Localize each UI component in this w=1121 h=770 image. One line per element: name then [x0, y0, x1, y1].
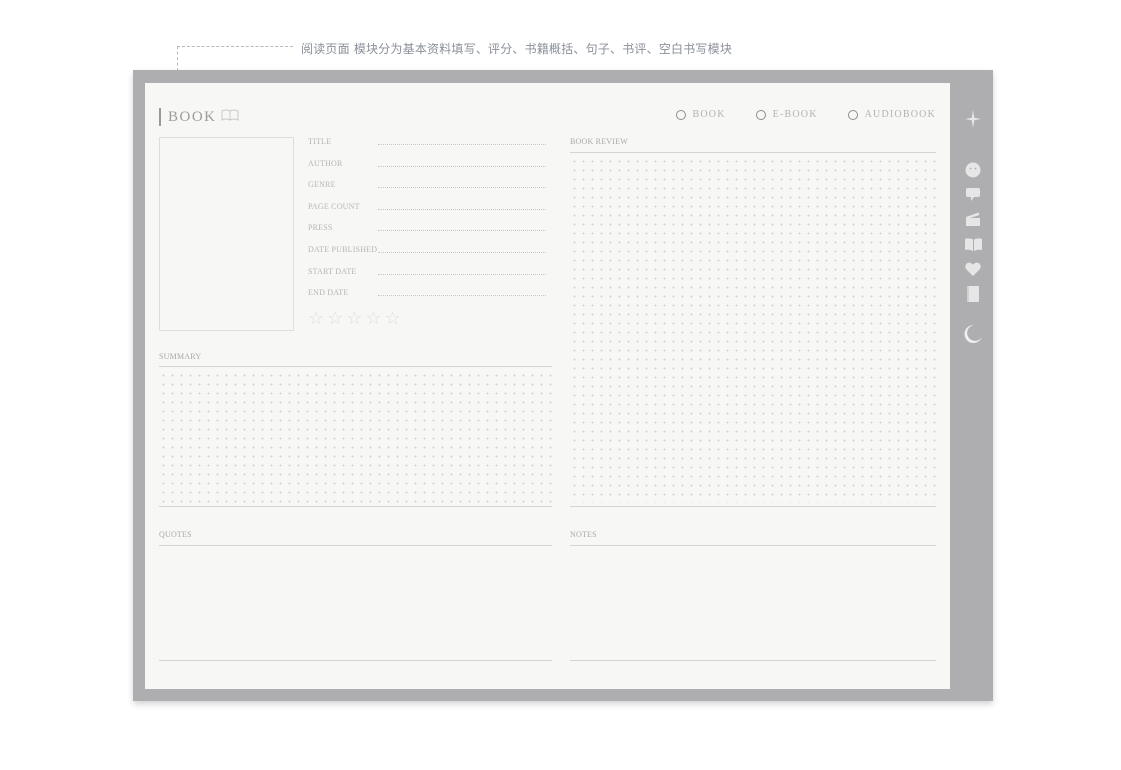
field-label: START DATE — [308, 266, 357, 276]
type-option-audiobook[interactable]: AUDIOBOOK — [847, 109, 936, 120]
speech-bubble-icon[interactable] — [962, 188, 984, 202]
field-title[interactable]: TITLE — [308, 136, 546, 158]
open-book-outline-icon — [221, 108, 239, 126]
summary-bottom-rule — [159, 506, 552, 507]
type-option-book[interactable]: BOOK — [675, 109, 726, 120]
reading-page: BOOK BOOK E-BOOK AUDIOBOOK TITLE AUTHOR … — [145, 83, 950, 689]
field-line[interactable] — [378, 273, 546, 275]
star-icon-3[interactable]: ☆ — [346, 309, 362, 327]
book-review-rule — [570, 152, 936, 153]
quotes-writing-area[interactable] — [159, 547, 552, 659]
radio-book[interactable] — [675, 109, 686, 120]
field-start-date[interactable]: START DATE — [308, 266, 546, 288]
field-label: END DATE — [308, 288, 349, 298]
caption-leader-line — [177, 46, 293, 71]
face-icon[interactable] — [962, 162, 984, 178]
clapperboard-icon[interactable] — [962, 211, 984, 227]
type-option-ebook[interactable]: E-BOOK — [755, 109, 818, 120]
field-label: PAGE COUNT — [308, 201, 360, 211]
type-label-audiobook: AUDIOBOOK — [864, 109, 936, 120]
field-line[interactable] — [378, 144, 546, 145]
star-icon-4[interactable]: ☆ — [365, 309, 381, 327]
type-label-ebook: E-BOOK — [772, 109, 818, 120]
quotes-bottom-rule — [159, 660, 552, 661]
field-label: GENRE — [308, 180, 336, 190]
star-icon-1[interactable]: ☆ — [308, 309, 324, 327]
quotes-rule — [159, 545, 552, 546]
page-title: BOOK — [159, 108, 239, 126]
page-caption: 阅读页面 模块分为基本资料填写、评分、书籍概括、句子、书评、空白书写模块 — [301, 42, 733, 56]
notes-rule — [570, 545, 936, 546]
book-cover-box[interactable] — [159, 137, 294, 331]
radio-audiobook[interactable] — [847, 109, 858, 120]
notes-bottom-rule — [570, 660, 936, 661]
page-title-text: BOOK — [168, 109, 217, 125]
summary-label: SUMMARY — [159, 352, 202, 361]
book-review-bottom-rule — [570, 506, 936, 507]
field-line[interactable] — [378, 230, 546, 232]
star-icon-2[interactable]: ☆ — [327, 309, 343, 327]
field-line[interactable] — [378, 208, 546, 210]
field-line[interactable] — [378, 187, 546, 189]
quotes-label: QUOTES — [159, 530, 192, 539]
field-line[interactable] — [378, 295, 546, 297]
field-label: AUTHOR — [308, 158, 343, 168]
field-page-count[interactable]: PAGE COUNT — [308, 201, 546, 223]
info-fields: TITLE AUTHOR GENRE PAGE COUNT PRESS DATE… — [308, 136, 546, 309]
open-book-icon[interactable] — [962, 238, 984, 251]
notebook-icon[interactable] — [962, 286, 984, 302]
book-review-label: BOOK REVIEW — [570, 137, 628, 146]
type-label-book: BOOK — [692, 109, 726, 120]
star-icon-5[interactable]: ☆ — [385, 309, 401, 327]
book-type-options: BOOK E-BOOK AUDIOBOOK — [675, 109, 936, 120]
radio-ebook[interactable] — [755, 109, 766, 120]
field-author[interactable]: AUTHOR — [308, 158, 546, 180]
field-genre[interactable]: GENRE — [308, 179, 546, 201]
sparkle-icon[interactable] — [962, 110, 984, 128]
field-press[interactable]: PRESS — [308, 222, 546, 244]
field-line[interactable] — [378, 165, 546, 167]
moon-icon[interactable] — [962, 324, 984, 344]
heart-icon[interactable] — [962, 262, 984, 276]
field-label: PRESS — [308, 223, 333, 233]
field-date-published[interactable]: DATE PUBLISHED — [308, 244, 546, 266]
field-label: TITLE — [308, 137, 332, 146]
summary-dot-grid[interactable] — [159, 371, 552, 503]
book-review-dot-grid[interactable] — [570, 157, 936, 503]
field-label: DATE PUBLISHED — [308, 244, 378, 254]
field-end-date[interactable]: END DATE — [308, 287, 546, 309]
tablet-frame: BOOK BOOK E-BOOK AUDIOBOOK TITLE AUTHOR … — [133, 70, 993, 701]
notes-writing-area[interactable] — [570, 547, 936, 659]
field-line[interactable] — [378, 251, 546, 253]
notes-label: NOTES — [570, 530, 597, 539]
summary-rule — [159, 366, 552, 367]
rating-stars: ☆ ☆ ☆ ☆ ☆ — [308, 309, 401, 327]
